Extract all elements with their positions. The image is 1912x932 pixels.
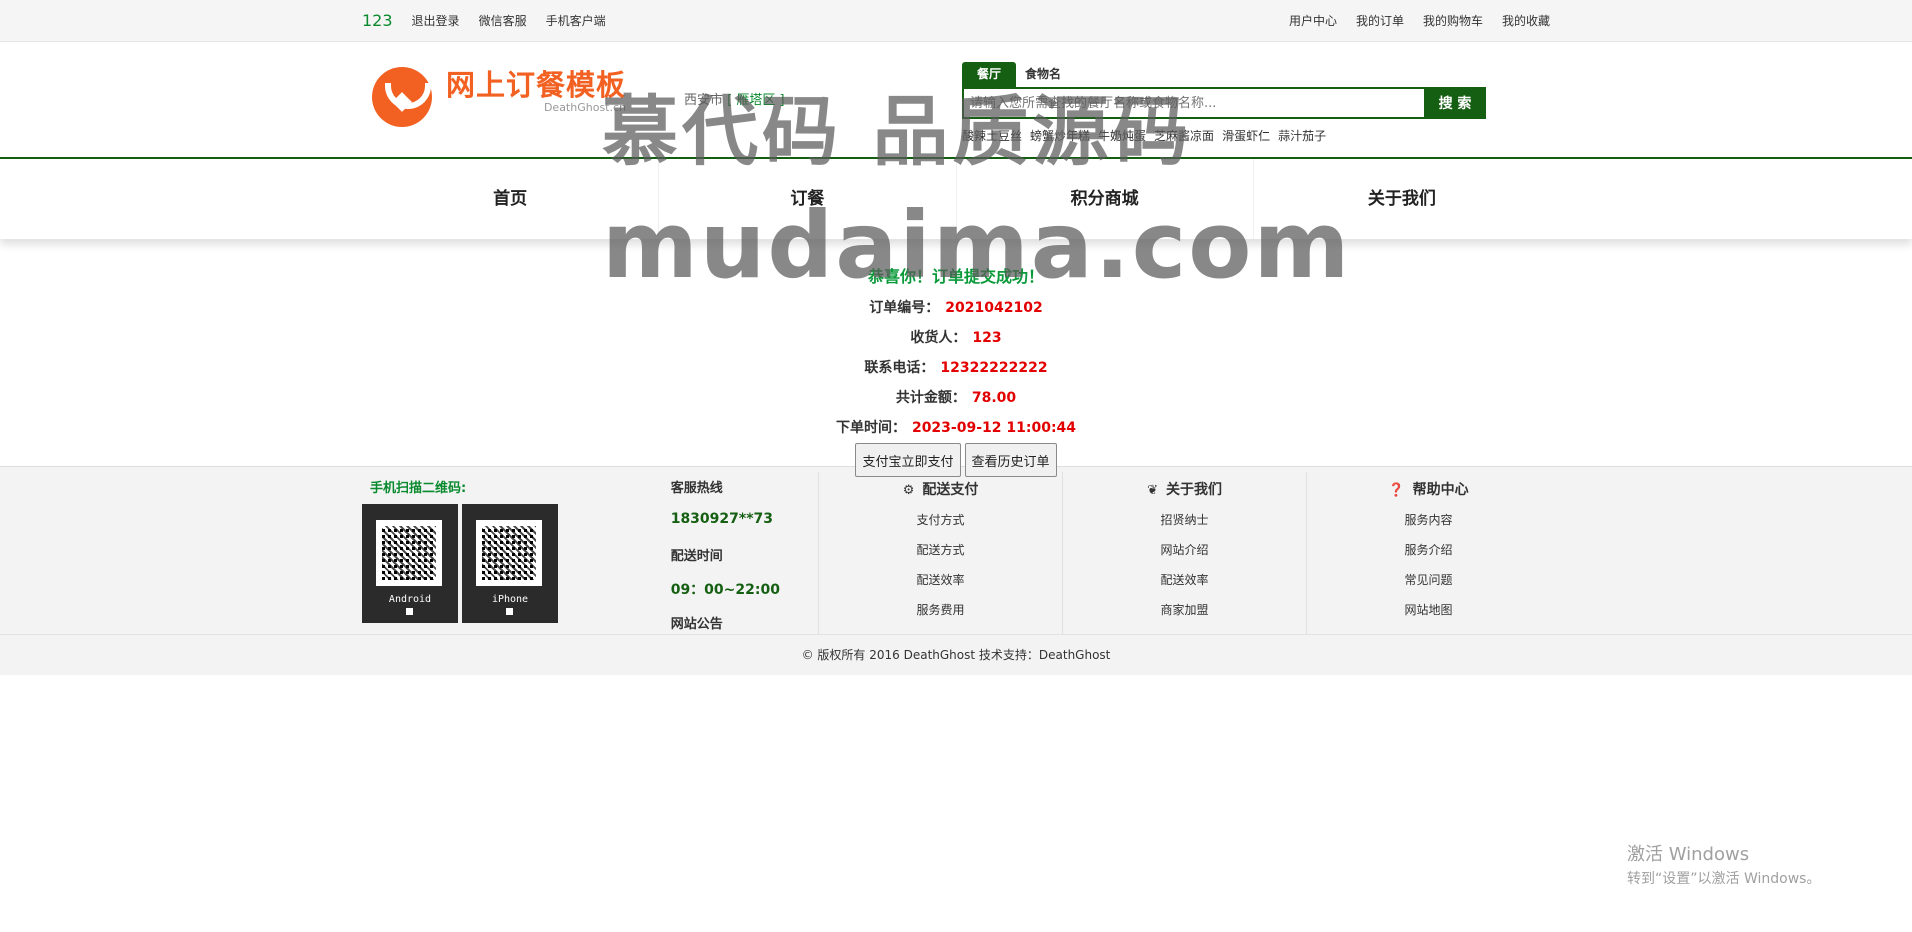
hot-keyword[interactable]: 牛奶炖蛋 (1098, 127, 1146, 144)
android-qr-code: Android (362, 504, 458, 623)
iphone-qr-code: iPhone (462, 504, 558, 623)
nav-points-mall[interactable]: 积分商城 (955, 159, 1253, 239)
site-footer: 手机扫描二维码: Android iPhone 客服热线 1830927**73… (0, 466, 1912, 634)
top-bar: 123 退出登录 微信客服 手机客户端 用户中心 我的订单 我的购物车 我的收藏 (0, 0, 1912, 42)
hot-keyword[interactable]: 滑蛋虾仁 (1222, 127, 1270, 144)
notice-label[interactable]: 网站公告 (671, 613, 818, 647)
footer-col-about: ❦ 关于我们 招贤纳士 网站介绍 配送效率 商家加盟 (1062, 472, 1306, 634)
consignee-label: 收货人： (910, 330, 967, 346)
footer-link[interactable]: 服务内容 (1307, 505, 1550, 535)
consignee-value: 123 (972, 330, 1002, 346)
phone-row: 联系电话： 12322222222 (0, 353, 1912, 383)
windows-activation-hint: 转到“设置”以激活 Windows。 (1627, 871, 1821, 887)
order-number-value: 2021042102 (945, 300, 1043, 316)
order-number-row: 订单编号： 2021042102 (0, 293, 1912, 323)
total-label: 共计金额： (895, 390, 966, 406)
mobile-client-link[interactable]: 手机客户端 (546, 12, 606, 29)
district-name[interactable]: [ 雁塔区 ] (727, 93, 784, 108)
windows-activation-notice: 激活 Windows 转到“设置”以激活 Windows。 (1627, 840, 1820, 888)
order-time-value: 2023-09-12 11:00:44 (911, 420, 1077, 436)
success-message: 恭喜你！订单提交成功！ (867, 267, 1044, 286)
hot-keyword[interactable]: 蒜汁茄子 (1278, 127, 1326, 144)
service-info: 客服热线 1830927**73 配送时间 09：00~22:00 网站公告 (671, 467, 818, 634)
tab-restaurant[interactable]: 餐厅 (962, 62, 1016, 87)
username[interactable]: 123 (362, 11, 393, 30)
nav-about[interactable]: 关于我们 (1252, 159, 1550, 239)
footer-link[interactable]: 支付方式 (819, 505, 1062, 535)
footer-col-title: 关于我们 (1165, 482, 1222, 498)
footer-col-delivery: ⚙ 配送支付 支付方式 配送方式 配送效率 服务费用 (818, 472, 1062, 634)
total-value: 78.00 (971, 390, 1017, 406)
site-logo[interactable]: 网上订餐模板 DeathGhost.cn (372, 67, 626, 127)
wechat-service-link[interactable]: 微信客服 (479, 12, 527, 29)
phone-value: 12322222222 (940, 360, 1048, 376)
qr-label: iPhone (491, 594, 529, 605)
search-button[interactable]: 搜 索 (1424, 87, 1486, 119)
hot-keyword[interactable]: 酸辣土豆丝 (962, 127, 1022, 144)
hot-keyword[interactable]: 芝麻酱凉面 (1154, 127, 1214, 144)
footer-link[interactable]: 服务费用 (819, 595, 1062, 625)
city-name: 西安市 (684, 93, 724, 108)
footer-link[interactable]: 配送效率 (1063, 565, 1306, 595)
my-favorites-link[interactable]: 我的收藏 (1502, 12, 1550, 29)
logo-icon (372, 67, 432, 127)
delivery-time-value: 09：00~22:00 (670, 582, 780, 598)
hotline-label: 客服热线 (670, 481, 723, 496)
footer-link[interactable]: 商家加盟 (1063, 595, 1306, 625)
site-header: 网上订餐模板 DeathGhost.cn 西安市 [ 雁塔区 ] 餐厅 食物名 … (0, 42, 1912, 159)
footer-col-help: ❓ 帮助中心 服务内容 服务介绍 常见问题 网站地图 (1306, 472, 1550, 634)
logout-link[interactable]: 退出登录 (412, 12, 460, 29)
nav-order[interactable]: 订餐 (658, 159, 955, 239)
phone-label: 联系电话： (864, 360, 935, 376)
user-center-link[interactable]: 用户中心 (1289, 12, 1337, 29)
order-result: 恭喜你！订单提交成功！ 订单编号： 2021042102 收货人： 123 联系电话… (0, 239, 1912, 477)
consignee-row: 收货人： 123 (0, 323, 1912, 353)
tab-food[interactable]: 食物名 (1016, 62, 1070, 87)
footer-link[interactable]: 网站地图 (1307, 595, 1550, 625)
qr-title: 手机扫描二维码: (370, 481, 467, 496)
footer-link[interactable]: 服务介绍 (1307, 535, 1550, 565)
logo-title: 网上订餐模板 (446, 68, 627, 102)
qr-code-icon (376, 520, 442, 586)
footer-link[interactable]: 招贤纳士 (1063, 505, 1306, 535)
order-time-label: 下单时间： (835, 420, 906, 436)
main-nav: 首页 订餐 积分商城 关于我们 (0, 159, 1912, 239)
nav-home[interactable]: 首页 (362, 159, 658, 239)
hot-keywords: 酸辣土豆丝 螃蟹炒年糕 牛奶炖蛋 芝麻酱凉面 滑蛋虾仁 蒜汁茄子 (962, 127, 1486, 144)
hotline-value: 1830927**73 (670, 511, 774, 527)
help-icon: ❓ (1388, 483, 1405, 498)
search-area: 餐厅 食物名 搜 索 酸辣土豆丝 螃蟹炒年糕 牛奶炖蛋 芝麻酱凉面 滑蛋虾仁 蒜… (962, 62, 1486, 144)
hot-keyword[interactable]: 螃蟹炒年糕 (1030, 127, 1090, 144)
footer-link[interactable]: 常见问题 (1307, 565, 1550, 595)
order-time-row: 下单时间： 2023-09-12 11:00:44 (0, 413, 1912, 443)
order-number-label: 订单编号： (869, 300, 940, 316)
total-row: 共计金额： 78.00 (0, 383, 1912, 413)
city-selector[interactable]: 西安市 [ 雁塔区 ] (684, 89, 785, 108)
footer-col-title: 配送支付 (922, 482, 979, 498)
copyright: © 版权所有 2016 DeathGhost 技术支持：DeathGhost (0, 634, 1912, 675)
footer-link[interactable]: 配送效率 (819, 565, 1062, 595)
windows-activation-title: 激活 Windows (1627, 844, 1750, 865)
qr-section: 手机扫描二维码: Android iPhone (362, 467, 671, 634)
leaf-icon: ❦ (1147, 483, 1158, 498)
search-input[interactable] (962, 87, 1424, 119)
qr-label: Android (388, 594, 432, 605)
footer-col-title: 帮助中心 (1412, 482, 1469, 498)
my-cart-link[interactable]: 我的购物车 (1423, 12, 1483, 29)
qr-code-icon (476, 520, 542, 586)
delivery-time-label: 配送时间 (670, 549, 723, 564)
footer-link[interactable]: 网站介绍 (1063, 535, 1306, 565)
bike-icon: ⚙ (902, 483, 915, 498)
footer-link[interactable]: 配送方式 (819, 535, 1062, 565)
my-orders-link[interactable]: 我的订单 (1356, 12, 1404, 29)
